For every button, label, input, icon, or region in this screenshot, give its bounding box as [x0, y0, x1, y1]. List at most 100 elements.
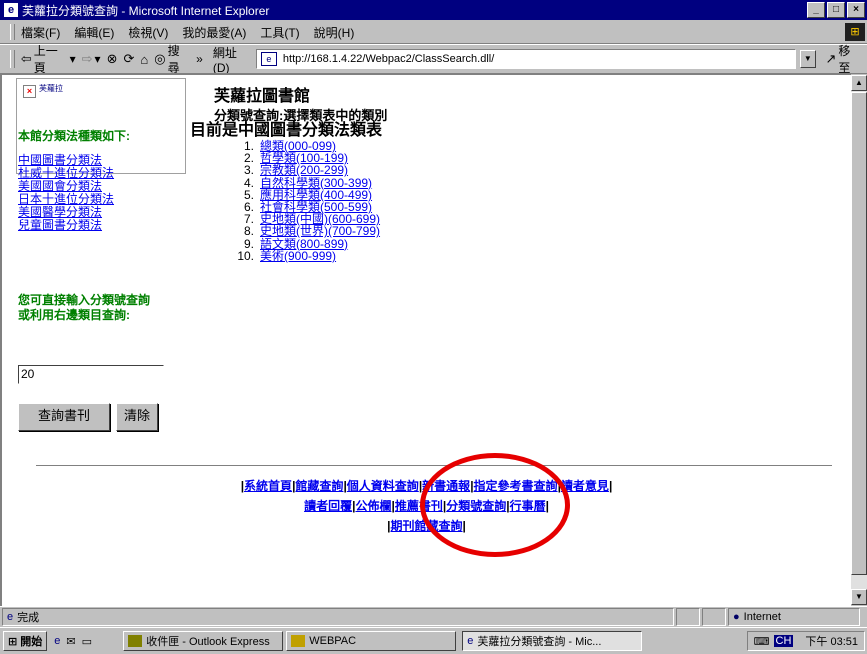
- footer-link-reserves[interactable]: 指定參考書查詢: [474, 479, 558, 493]
- search-books-button[interactable]: 查詢書刊: [18, 403, 110, 431]
- list-item: 8. 史地類(世界)(700-799): [230, 225, 380, 237]
- broken-image-icon: ×: [23, 85, 36, 98]
- ime-label[interactable]: CH: [773, 635, 794, 647]
- task-outlook-label: 收件匣 - Outlook Express: [146, 636, 270, 648]
- task-webpac-label: WEBPAC: [309, 635, 357, 647]
- footer-divider: [36, 465, 832, 467]
- forward-button[interactable]: ⇨ ▾: [82, 51, 101, 67]
- scheme-link-children[interactable]: 兒童圖書分類法: [18, 219, 114, 232]
- footer-nav-row2: 讀者回覆|公佈欄|推薦書刊|分類號查詢|行事曆|: [304, 499, 549, 513]
- menu-help[interactable]: 說明(H): [314, 24, 355, 41]
- back-dropdown-icon[interactable]: ▾: [70, 52, 76, 66]
- scroll-thumb[interactable]: [851, 92, 867, 575]
- menubar-grip[interactable]: [10, 24, 15, 40]
- category-link[interactable]: 語文類(800-899): [260, 237, 348, 249]
- scheme-heading: 本館分類法種類如下:: [18, 129, 130, 143]
- vertical-scrollbar[interactable]: ▲ ▼: [851, 75, 867, 605]
- toolbar-more-button[interactable]: »: [196, 52, 203, 66]
- window-titlebar[interactable]: e 芙蘿拉分類號查詢 - Microsoft Internet Explorer…: [0, 0, 867, 20]
- category-link[interactable]: 美術(900-999): [260, 250, 336, 262]
- class-code-input[interactable]: 20: [18, 365, 164, 384]
- current-scheme-title: 目前是中國圖書分類法類表: [190, 122, 383, 139]
- system-tray: ⌨ CH 下午 03:51: [746, 631, 865, 651]
- search-button[interactable]: ◎ 搜尋: [154, 42, 190, 76]
- category-link[interactable]: 宗教類(200-299): [260, 164, 348, 176]
- menu-bar: 檔案(F) 編輯(E) 檢視(V) 我的最愛(A) 工具(T) 說明(H) ⊞: [0, 21, 867, 44]
- footer-link-feedback[interactable]: 讀者意見: [561, 479, 609, 493]
- go-label: 移至: [838, 44, 851, 75]
- quicklaunch-outlook-icon[interactable]: ✉: [66, 635, 75, 648]
- close-button[interactable]: ×: [847, 2, 865, 18]
- back-button[interactable]: ⇦ 上一頁 ▾: [21, 42, 76, 76]
- refresh-icon: ⟳: [123, 51, 135, 66]
- address-dropdown-icon[interactable]: ▼: [800, 50, 816, 68]
- category-number: 4.: [243, 175, 254, 190]
- footer-link-holdings[interactable]: 館藏查詢: [295, 479, 343, 493]
- page-icon: e: [260, 52, 277, 66]
- page-content: × 芙蘿拉 芙蘿拉圖書館 分類號查詢:選擇類表中的類別 本館分類法種類如下: 中…: [0, 73, 851, 607]
- task-webpac[interactable]: WEBPAC: [286, 631, 457, 651]
- category-number: 10.: [237, 248, 254, 263]
- taskbar: ⊞ 開始 e ✉ ▭ 收件匣 - Outlook Express WEBPAC …: [0, 627, 867, 654]
- zone-label: Internet: [743, 611, 781, 623]
- menu-tools[interactable]: 工具(T): [260, 24, 299, 41]
- go-arrow-icon: ↗: [825, 51, 837, 66]
- footer-link-new-books[interactable]: 新書通報: [422, 479, 470, 493]
- task-ie-label: 芙蘿拉分類號查詢 - Mic...: [477, 636, 602, 648]
- quick-launch: e ✉ ▭: [50, 631, 120, 651]
- category-list: 1. 總類(000-099) 2. 哲學類(100-199) 3. 宗教類(200-2…: [230, 140, 380, 262]
- toolbar: ⇦ 上一頁 ▾ ⇨ ▾ ⊗ ⟳ ⌂ ◎ 搜尋 » 網址(D) e http://168.…: [0, 42, 867, 76]
- toolbar-grip[interactable]: [10, 50, 15, 68]
- stop-icon: ⊗: [106, 51, 118, 66]
- library-name: 芙蘿拉圖書館: [214, 88, 311, 105]
- footer-link-bulletin[interactable]: 公佈欄: [355, 499, 391, 513]
- category-number: 3.: [243, 163, 254, 178]
- forward-dropdown-icon[interactable]: ▾: [95, 52, 101, 66]
- forward-arrow-icon: ⇨: [81, 51, 93, 66]
- status-text: 完成: [17, 612, 40, 624]
- status-pane-empty2: [702, 608, 726, 626]
- footer-link-periodicals[interactable]: 期刊館藏查詢: [390, 519, 462, 533]
- footer-link-class-search[interactable]: 分類號查詢: [446, 499, 506, 513]
- menu-view[interactable]: 檢視(V): [128, 24, 168, 41]
- ime-icon[interactable]: ⌨: [754, 635, 770, 648]
- menu-favorites[interactable]: 我的最愛(A): [182, 24, 246, 41]
- address-input[interactable]: http://168.1.4.22/Webpac2/ClassSearch.dl…: [283, 53, 494, 65]
- back-label: 上一頁: [33, 44, 58, 75]
- stop-button[interactable]: ⊗: [107, 51, 118, 67]
- scheme-list: 中國圖書分類法 杜威十進位分類法 美國國會分類法 日本十進位分類法 美國醫學分類…: [18, 154, 114, 232]
- scroll-up-icon[interactable]: ▲: [851, 75, 867, 91]
- category-link[interactable]: 自然科學類(300-399): [260, 176, 372, 188]
- category-number: 8.: [243, 224, 254, 239]
- home-button[interactable]: ⌂: [140, 52, 148, 67]
- task-ie[interactable]: e 芙蘿拉分類號查詢 - Mic...: [462, 631, 643, 651]
- quicklaunch-ie-icon[interactable]: e: [54, 635, 60, 647]
- footer-link-calendar[interactable]: 行事曆: [510, 499, 546, 513]
- footer-link-personal[interactable]: 個人資料查詢: [347, 479, 419, 493]
- footer-link-home[interactable]: 系統首頁: [244, 479, 292, 493]
- footer-link-recommend[interactable]: 推薦書刊: [395, 499, 443, 513]
- task-ie-icon: e: [467, 635, 474, 647]
- quicklaunch-desktop-icon[interactable]: ▭: [82, 635, 92, 648]
- footer-link-replies[interactable]: 讀者回覆: [304, 499, 352, 513]
- menu-file[interactable]: 檔案(F): [21, 24, 60, 41]
- minimize-button[interactable]: _: [807, 2, 825, 18]
- window-title: 芙蘿拉分類號查詢 - Microsoft Internet Explorer: [22, 3, 270, 18]
- maximize-button[interactable]: □: [827, 2, 845, 18]
- status-main: e 完成: [2, 608, 674, 626]
- scroll-down-icon[interactable]: ▼: [851, 589, 867, 605]
- status-zone: ● Internet: [728, 608, 860, 626]
- address-bar[interactable]: e http://168.1.4.22/Webpac2/ClassSearch.…: [255, 49, 797, 69]
- go-button[interactable]: ↗ 移至: [826, 42, 861, 76]
- task-outlook[interactable]: 收件匣 - Outlook Express: [123, 631, 284, 651]
- address-label: 網址(D): [212, 45, 237, 75]
- menu-edit[interactable]: 編輯(E): [74, 24, 114, 41]
- refresh-button[interactable]: ⟳: [123, 51, 134, 67]
- category-link[interactable]: 史地類(世界)(700-799): [260, 225, 380, 237]
- footer-nav-row1: |系統首頁|館藏查詢|個人資料查詢|新書通報|指定參考書查詢|讀者意見|: [240, 479, 613, 493]
- clock[interactable]: 下午 03:51: [805, 633, 858, 649]
- clear-button[interactable]: 清除: [116, 403, 158, 431]
- list-item: 10. 美術(900-999): [230, 250, 380, 262]
- windows-logo-icon: ⊞: [845, 23, 865, 41]
- start-button[interactable]: ⊞ 開始: [3, 631, 48, 651]
